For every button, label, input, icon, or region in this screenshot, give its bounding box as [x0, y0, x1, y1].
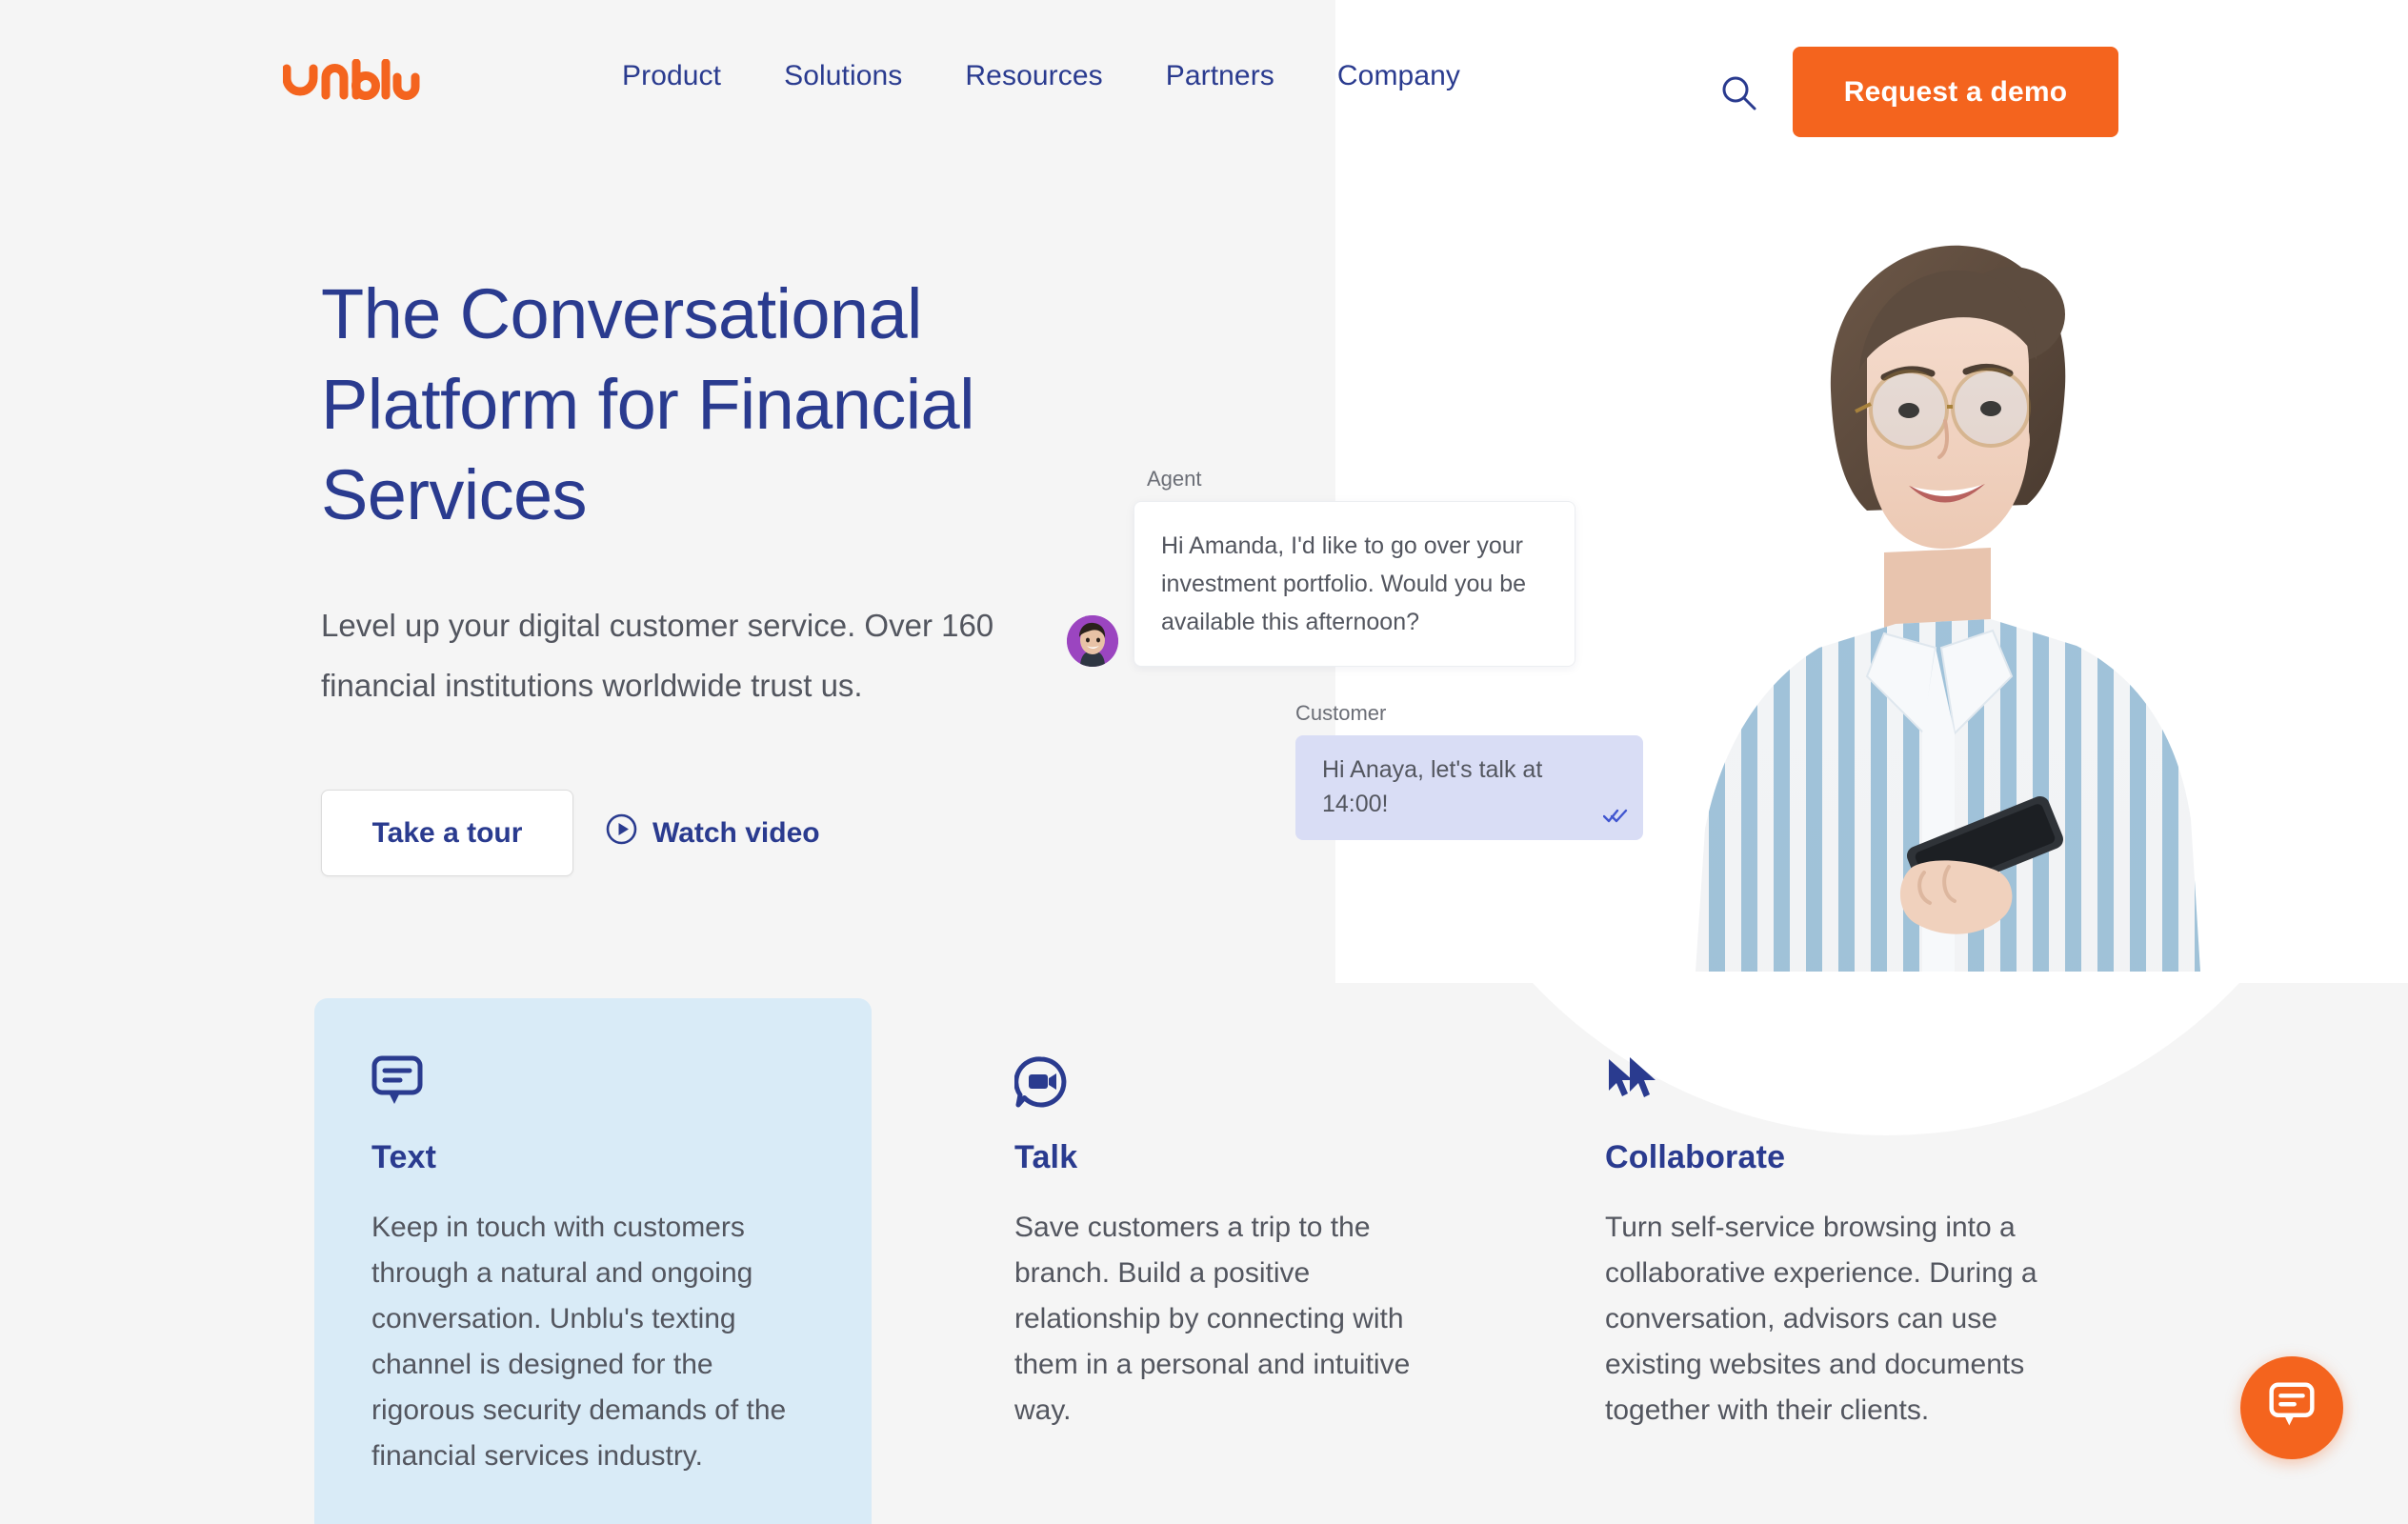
nav-item-partners[interactable]: Partners — [1134, 50, 1306, 102]
agent-message-row: Hi Amanda, I'd like to go over your inve… — [1067, 501, 1657, 667]
feature-card-text[interactable]: Text Keep in touch with customers throug… — [314, 998, 872, 1524]
video-chat-icon — [1014, 1055, 1457, 1111]
main-navigation: Product Solutions Resources Partners Com… — [591, 0, 1492, 152]
chat-widget-button[interactable] — [2240, 1356, 2343, 1459]
site-header: Product Solutions Resources Partners Com… — [0, 0, 2408, 152]
feature-body: Save customers a trip to the branch. Bui… — [1014, 1212, 1411, 1426]
nav-item-company[interactable]: Company — [1306, 50, 1492, 102]
watch-video-link[interactable]: Watch video — [606, 813, 820, 852]
feature-title: Text — [371, 1139, 437, 1175]
feature-card-talk[interactable]: Talk Save customers a trip to the branch… — [957, 998, 1515, 1524]
customer-message-bubble: Hi Anaya, let's talk at 14:00! — [1295, 735, 1643, 840]
double-check-icon — [1602, 798, 1628, 832]
request-demo-button[interactable]: Request a demo — [1793, 47, 2118, 137]
feature-body: Turn self-service browsing into a collab… — [1605, 1212, 2037, 1426]
chat-bubble-icon — [2269, 1382, 2315, 1434]
customer-message-text: Hi Anaya, let's talk at 14:00! — [1322, 756, 1543, 817]
nav-item-resources[interactable]: Resources — [933, 50, 1134, 102]
take-a-tour-button[interactable]: Take a tour — [321, 790, 573, 876]
nav-item-product[interactable]: Product — [591, 50, 752, 102]
hero-subtitle: Level up your digital customer service. … — [321, 608, 994, 703]
search-icon[interactable] — [1719, 73, 1759, 113]
hero-actions: Take a tour Watch video — [321, 790, 1083, 876]
nav-item-solutions[interactable]: Solutions — [752, 50, 933, 102]
dual-cursor-icon — [1605, 1055, 2048, 1111]
feature-body: Keep in touch with customers through a n… — [371, 1212, 787, 1472]
feature-title: Collaborate — [1605, 1139, 1786, 1175]
hero-section: The Conversational Platform for Financia… — [321, 269, 1083, 876]
hero-title: The Conversational Platform for Financia… — [321, 274, 975, 534]
agent-label: Agent — [1147, 467, 1202, 491]
customer-label: Customer — [1295, 701, 1387, 725]
feature-title: Talk — [1014, 1139, 1078, 1175]
play-circle-icon — [606, 813, 637, 852]
chat-preview: Agent Hi Amanda, I'd like to go over you… — [1067, 467, 1657, 840]
agent-message-bubble: Hi Amanda, I'd like to go over your inve… — [1134, 501, 1575, 667]
feature-cards: Text Keep in touch with customers throug… — [314, 998, 2105, 1524]
page-root: Product Solutions Resources Partners Com… — [0, 0, 2408, 1524]
watch-video-label: Watch video — [652, 816, 820, 849]
hero-photo-advisor — [1581, 200, 2286, 972]
chat-bubble-icon — [371, 1055, 814, 1111]
agent-avatar — [1067, 615, 1118, 667]
feature-card-collaborate[interactable]: Collaborate Turn self-service browsing i… — [1548, 998, 2105, 1524]
unblu-logo[interactable] — [283, 59, 424, 105]
